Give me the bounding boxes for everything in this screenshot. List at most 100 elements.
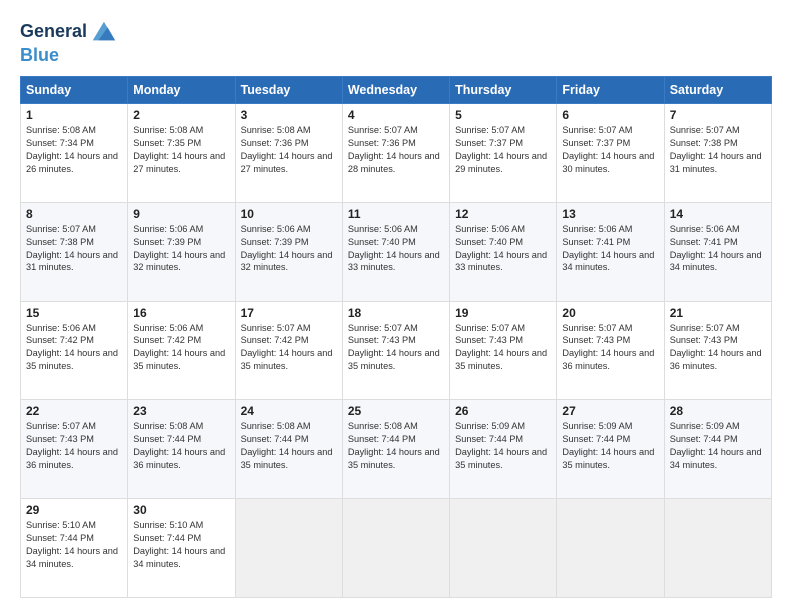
calendar-day-cell: 14 Sunrise: 5:06 AMSunset: 7:41 PMDayligh…	[664, 202, 771, 301]
calendar-day-cell: 25 Sunrise: 5:08 AMSunset: 7:44 PMDayligh…	[342, 400, 449, 499]
calendar-day-cell: 26 Sunrise: 5:09 AMSunset: 7:44 PMDayligh…	[450, 400, 557, 499]
day-number: 27	[562, 404, 658, 418]
calendar-day-cell: 16Sunrise: 5:06 AMSunset: 7:42 PMDayligh…	[128, 301, 235, 400]
calendar-day-cell	[664, 499, 771, 598]
day-number: 5	[455, 108, 551, 122]
day-info: Sunrise: 5:08 AMSunset: 7:35 PMDaylight:…	[133, 125, 225, 174]
day-info: Sunrise: 5:08 AMSunset: 7:36 PMDaylight:…	[241, 125, 333, 174]
day-info: Sunrise: 5:08 AMSunset: 7:34 PMDaylight:…	[26, 125, 118, 174]
calendar-header-thursday: Thursday	[450, 77, 557, 104]
day-info: Sunrise: 5:07 AMSunset: 7:38 PMDaylight:…	[670, 125, 762, 174]
calendar-day-cell: 13 Sunrise: 5:06 AMSunset: 7:41 PMDayligh…	[557, 202, 664, 301]
day-number: 24	[241, 404, 337, 418]
day-number: 8	[26, 207, 122, 221]
logo-text-line1: General	[20, 22, 87, 42]
day-info: Sunrise: 5:10 AMSunset: 7:44 PMDaylight:…	[133, 520, 225, 569]
day-info: Sunrise: 5:07 AMSunset: 7:43 PMDaylight:…	[26, 421, 118, 470]
day-info: Sunrise: 5:06 AMSunset: 7:39 PMDaylight:…	[133, 224, 225, 273]
calendar-week-row: 1 Sunrise: 5:08 AMSunset: 7:34 PMDaylight…	[21, 104, 772, 203]
calendar-day-cell: 11 Sunrise: 5:06 AMSunset: 7:40 PMDayligh…	[342, 202, 449, 301]
calendar-day-cell: 30Sunrise: 5:10 AMSunset: 7:44 PMDayligh…	[128, 499, 235, 598]
day-number: 20	[562, 306, 658, 320]
page: General Blue SundayMondayTuesdayWednesda…	[0, 0, 792, 612]
day-number: 25	[348, 404, 444, 418]
calendar-header-tuesday: Tuesday	[235, 77, 342, 104]
day-number: 13	[562, 207, 658, 221]
day-info: Sunrise: 5:06 AMSunset: 7:40 PMDaylight:…	[455, 224, 547, 273]
calendar-day-cell	[235, 499, 342, 598]
calendar-header-monday: Monday	[128, 77, 235, 104]
calendar-day-cell: 29 Sunrise: 5:10 AMSunset: 7:44 PMDayligh…	[21, 499, 128, 598]
day-number: 19	[455, 306, 551, 320]
day-number: 14	[670, 207, 766, 221]
day-number: 10	[241, 207, 337, 221]
day-number: 4	[348, 108, 444, 122]
calendar-day-cell: 3 Sunrise: 5:08 AMSunset: 7:36 PMDaylight…	[235, 104, 342, 203]
calendar-week-row: 29 Sunrise: 5:10 AMSunset: 7:44 PMDayligh…	[21, 499, 772, 598]
day-info: Sunrise: 5:07 AMSunset: 7:43 PMDaylight:…	[670, 323, 762, 372]
calendar-header-row: SundayMondayTuesdayWednesdayThursdayFrid…	[21, 77, 772, 104]
day-info: Sunrise: 5:07 AMSunset: 7:37 PMDaylight:…	[455, 125, 547, 174]
calendar-day-cell: 15 Sunrise: 5:06 AMSunset: 7:42 PMDayligh…	[21, 301, 128, 400]
day-info: Sunrise: 5:07 AMSunset: 7:43 PMDaylight:…	[348, 323, 440, 372]
calendar-header-sunday: Sunday	[21, 77, 128, 104]
day-number: 12	[455, 207, 551, 221]
calendar-day-cell	[557, 499, 664, 598]
day-info: Sunrise: 5:07 AMSunset: 7:42 PMDaylight:…	[241, 323, 333, 372]
day-number: 1	[26, 108, 122, 122]
day-info: Sunrise: 5:09 AMSunset: 7:44 PMDaylight:…	[670, 421, 762, 470]
calendar-day-cell: 28 Sunrise: 5:09 AMSunset: 7:44 PMDayligh…	[664, 400, 771, 499]
day-number: 29	[26, 503, 122, 517]
logo: General Blue	[20, 18, 117, 66]
calendar-day-cell: 7 Sunrise: 5:07 AMSunset: 7:38 PMDaylight…	[664, 104, 771, 203]
day-number: 3	[241, 108, 337, 122]
day-number: 6	[562, 108, 658, 122]
calendar-week-row: 8Sunrise: 5:07 AMSunset: 7:38 PMDaylight…	[21, 202, 772, 301]
day-info: Sunrise: 5:06 AMSunset: 7:41 PMDaylight:…	[562, 224, 654, 273]
day-number: 26	[455, 404, 551, 418]
logo-icon	[89, 18, 117, 46]
calendar-day-cell: 9 Sunrise: 5:06 AMSunset: 7:39 PMDaylight…	[128, 202, 235, 301]
day-number: 15	[26, 306, 122, 320]
day-info: Sunrise: 5:10 AMSunset: 7:44 PMDaylight:…	[26, 520, 118, 569]
calendar-day-cell: 1 Sunrise: 5:08 AMSunset: 7:34 PMDaylight…	[21, 104, 128, 203]
day-info: Sunrise: 5:06 AMSunset: 7:42 PMDaylight:…	[26, 323, 118, 372]
calendar-header-saturday: Saturday	[664, 77, 771, 104]
calendar-header-wednesday: Wednesday	[342, 77, 449, 104]
calendar-day-cell: 20 Sunrise: 5:07 AMSunset: 7:43 PMDayligh…	[557, 301, 664, 400]
day-number: 2	[133, 108, 229, 122]
calendar-day-cell: 27 Sunrise: 5:09 AMSunset: 7:44 PMDayligh…	[557, 400, 664, 499]
day-number: 23	[133, 404, 229, 418]
day-number: 22	[26, 404, 122, 418]
logo-text-line2: Blue	[20, 45, 59, 65]
calendar-day-cell: 12 Sunrise: 5:06 AMSunset: 7:40 PMDayligh…	[450, 202, 557, 301]
day-info: Sunrise: 5:08 AMSunset: 7:44 PMDaylight:…	[348, 421, 440, 470]
calendar-day-cell	[342, 499, 449, 598]
day-number: 28	[670, 404, 766, 418]
calendar-day-cell: 6 Sunrise: 5:07 AMSunset: 7:37 PMDaylight…	[557, 104, 664, 203]
calendar-day-cell: 23Sunrise: 5:08 AMSunset: 7:44 PMDayligh…	[128, 400, 235, 499]
day-info: Sunrise: 5:07 AMSunset: 7:37 PMDaylight:…	[562, 125, 654, 174]
calendar-week-row: 22 Sunrise: 5:07 AMSunset: 7:43 PMDayligh…	[21, 400, 772, 499]
calendar-day-cell: 5 Sunrise: 5:07 AMSunset: 7:37 PMDaylight…	[450, 104, 557, 203]
top-section: General Blue	[20, 18, 772, 66]
calendar-day-cell: 21 Sunrise: 5:07 AMSunset: 7:43 PMDayligh…	[664, 301, 771, 400]
day-number: 17	[241, 306, 337, 320]
day-number: 11	[348, 207, 444, 221]
calendar-day-cell: 17 Sunrise: 5:07 AMSunset: 7:42 PMDayligh…	[235, 301, 342, 400]
day-number: 7	[670, 108, 766, 122]
calendar-day-cell: 19Sunrise: 5:07 AMSunset: 7:43 PMDayligh…	[450, 301, 557, 400]
calendar-day-cell: 24 Sunrise: 5:08 AMSunset: 7:44 PMDayligh…	[235, 400, 342, 499]
calendar-day-cell: 2 Sunrise: 5:08 AMSunset: 7:35 PMDaylight…	[128, 104, 235, 203]
day-number: 21	[670, 306, 766, 320]
calendar-header-friday: Friday	[557, 77, 664, 104]
day-info: Sunrise: 5:07 AMSunset: 7:36 PMDaylight:…	[348, 125, 440, 174]
day-number: 9	[133, 207, 229, 221]
day-info: Sunrise: 5:06 AMSunset: 7:41 PMDaylight:…	[670, 224, 762, 273]
day-info: Sunrise: 5:06 AMSunset: 7:40 PMDaylight:…	[348, 224, 440, 273]
day-info: Sunrise: 5:09 AMSunset: 7:44 PMDaylight:…	[455, 421, 547, 470]
day-info: Sunrise: 5:07 AMSunset: 7:43 PMDaylight:…	[562, 323, 654, 372]
day-info: Sunrise: 5:08 AMSunset: 7:44 PMDaylight:…	[241, 421, 333, 470]
day-info: Sunrise: 5:09 AMSunset: 7:44 PMDaylight:…	[562, 421, 654, 470]
calendar-day-cell	[450, 499, 557, 598]
